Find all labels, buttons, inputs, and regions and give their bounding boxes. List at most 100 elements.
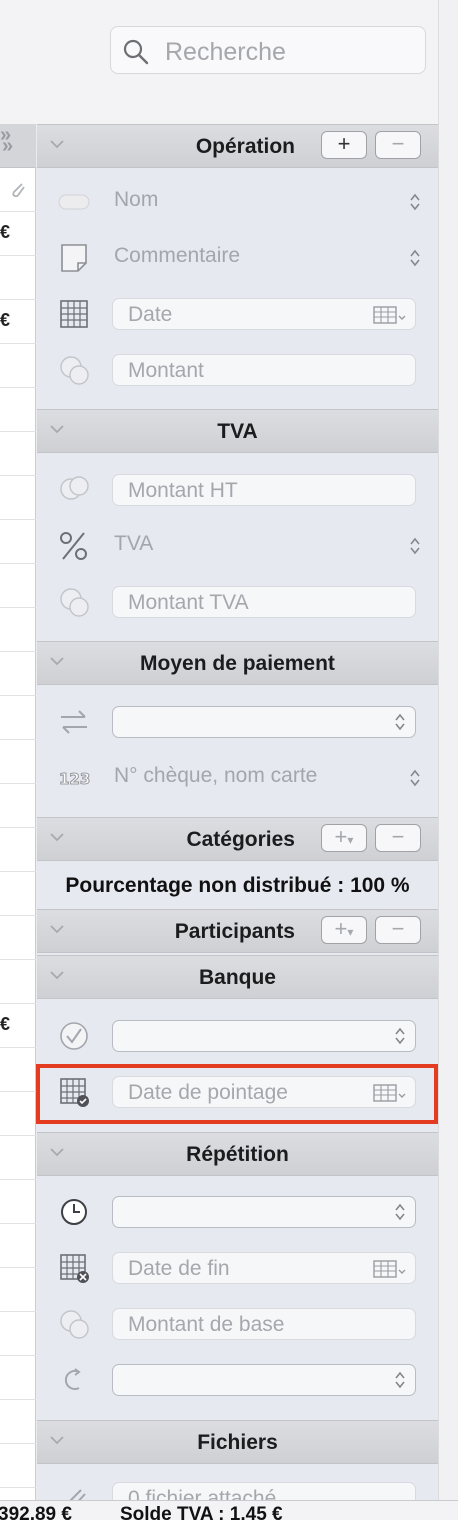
section-title: Répétition (186, 1143, 289, 1166)
section-header-repetition[interactable]: Répétition (37, 1132, 438, 1176)
note-icon (61, 244, 87, 272)
attached-files-field[interactable]: 0 fichier attaché (112, 1482, 416, 1500)
nom-row[interactable]: Nom (37, 174, 438, 230)
table-row[interactable] (0, 1268, 36, 1312)
section-header-tva[interactable]: TVA (37, 409, 438, 453)
table-row[interactable] (0, 520, 36, 564)
table-row[interactable] (0, 916, 36, 960)
percent-icon (60, 532, 87, 560)
repetition-frequency-row (37, 1184, 438, 1240)
add-operation-button[interactable]: + (321, 131, 367, 159)
stepper-icon (395, 1027, 405, 1045)
section-header-paiement[interactable]: Moyen de paiement (37, 641, 438, 685)
highlight-box (36, 1064, 438, 1124)
date-field[interactable]: Date (112, 298, 416, 330)
section-header-categories[interactable]: Catégories +▾ − (37, 817, 438, 861)
window-edge (438, 0, 458, 1500)
calendar-picker-icon[interactable] (373, 1259, 407, 1279)
section-header-banque[interactable]: Banque (37, 955, 438, 999)
add-participant-button[interactable]: +▾ (321, 916, 367, 944)
calendar-picker-icon[interactable] (373, 305, 407, 325)
table-row[interactable] (0, 344, 36, 388)
montant-ht-field[interactable]: Montant HT (112, 474, 416, 506)
calendar-end-icon (60, 1254, 89, 1283)
tva-balance-text: Solde TVA : 1,45 € (120, 1504, 283, 1520)
table-row[interactable] (0, 828, 36, 872)
balance-text: 392,89 € (0, 1504, 72, 1520)
table-row[interactable] (0, 1356, 36, 1400)
table-row[interactable] (0, 1136, 36, 1180)
montant-base-field[interactable]: Montant de base (112, 1308, 416, 1340)
remove-participant-button[interactable]: − (375, 916, 421, 944)
search-field[interactable]: Recherche (110, 26, 426, 74)
table-row[interactable] (0, 256, 36, 300)
numbers-icon: 123 (58, 769, 90, 788)
date-fin-field[interactable]: Date de fin (112, 1252, 416, 1284)
clock-icon (61, 1199, 87, 1225)
numero-row[interactable]: 123 N° chèque, nom carte (37, 750, 438, 806)
table-row[interactable] (0, 608, 36, 652)
table-row[interactable] (0, 1180, 36, 1224)
table-row[interactable] (0, 872, 36, 916)
table-row[interactable] (0, 960, 36, 1004)
section-title: Fichiers (197, 1431, 278, 1454)
montant-tva-row: Montant TVA (37, 574, 438, 630)
table-row[interactable] (0, 652, 36, 696)
table-row[interactable] (0, 696, 36, 740)
toolbar: Recherche (0, 0, 438, 124)
tva-row[interactable]: TVA (37, 518, 438, 574)
paiement-row (37, 694, 438, 750)
stepper-icon (395, 713, 405, 731)
inspector-panel: Opération + − Nom Commentaire Date Monta… (37, 124, 438, 1500)
section-title: Opération (195, 135, 295, 158)
repetition-frequency-select[interactable] (112, 1196, 416, 1228)
name-tag-icon (58, 194, 90, 210)
table-row[interactable] (0, 1092, 36, 1136)
remove-category-button[interactable]: − (375, 824, 421, 852)
table-row[interactable] (0, 1400, 36, 1444)
section-title: Catégories (186, 828, 295, 851)
attachment-icon (12, 183, 25, 198)
search-icon (123, 39, 149, 65)
section-title: TVA (217, 420, 258, 443)
section-title: Banque (198, 966, 276, 989)
montant-tva-field[interactable]: Montant TVA (112, 586, 416, 618)
montant-field[interactable]: Montant (112, 354, 416, 386)
table-row[interactable] (0, 740, 36, 784)
table-row[interactable]: € (0, 212, 36, 256)
table-row[interactable] (0, 784, 36, 828)
add-category-button[interactable]: +▾ (321, 824, 367, 852)
table-row[interactable]: € (0, 300, 36, 344)
pointage-status-select[interactable] (112, 1020, 416, 1052)
table-header[interactable]: »» (0, 124, 36, 168)
table-row[interactable] (0, 1224, 36, 1268)
table-row[interactable] (0, 1048, 36, 1092)
commentaire-row[interactable]: Commentaire (37, 230, 438, 286)
transactions-table-fragment: »» € € € (0, 124, 36, 1500)
calendar-icon (60, 300, 88, 328)
montant-base-row: Montant de base (37, 1296, 438, 1352)
table-row[interactable] (0, 388, 36, 432)
table-row[interactable] (0, 564, 36, 608)
section-title: Participants (174, 920, 295, 943)
rounding-row (37, 1352, 438, 1408)
table-row[interactable] (0, 168, 36, 212)
remove-operation-button[interactable]: − (375, 131, 421, 159)
section-header-participants[interactable]: Participants +▾ − (37, 909, 438, 953)
table-row[interactable]: € (0, 1004, 36, 1048)
table-row[interactable] (0, 476, 36, 520)
section-header-operation[interactable]: Opération + − (37, 124, 438, 168)
montant-row: Montant (37, 342, 438, 398)
numero-label: N° chèque, nom carte (114, 764, 318, 787)
table-row[interactable] (0, 432, 36, 476)
rounding-select[interactable] (112, 1364, 416, 1396)
table-row[interactable] (0, 1444, 36, 1488)
coins-icon (60, 356, 89, 385)
section-header-fichiers[interactable]: Fichiers (37, 1420, 438, 1464)
nom-label: Nom (114, 188, 159, 211)
payment-method-select[interactable] (112, 706, 416, 738)
tva-label: TVA (114, 532, 154, 555)
table-row[interactable] (0, 1312, 36, 1356)
stepper-icon (410, 249, 420, 267)
pointage-status-row (37, 1008, 438, 1064)
